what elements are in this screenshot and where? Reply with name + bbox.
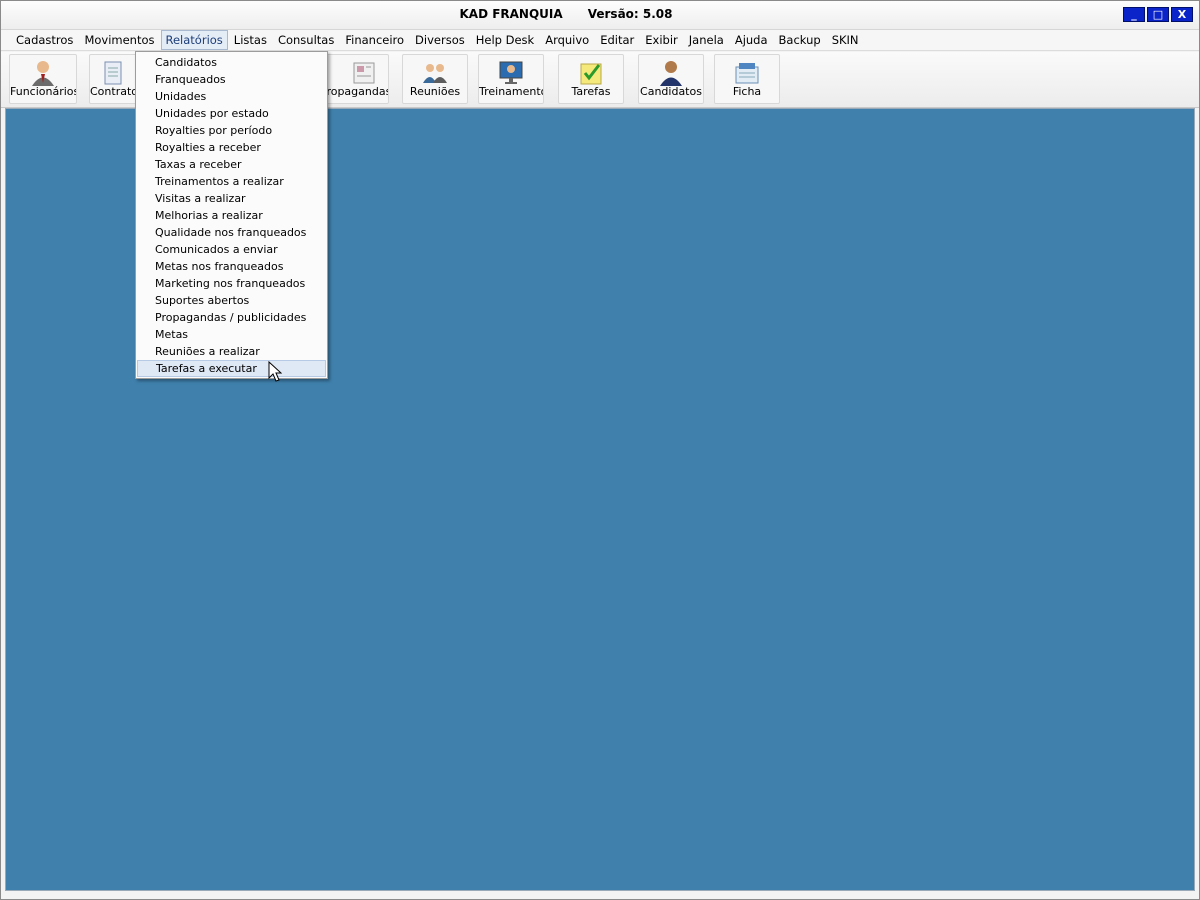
contratos-label: Contratos	[90, 85, 136, 98]
menu-backup[interactable]: Backup	[774, 30, 826, 50]
dropdown-item-franqueados[interactable]: Franqueados	[137, 71, 326, 88]
menu-listas[interactable]: Listas	[229, 30, 272, 50]
reunioes-button[interactable]: Reuniões	[402, 54, 468, 104]
ficha-label: Ficha	[732, 85, 762, 98]
dropdown-item-comunicados-a-enviar[interactable]: Comunicados a enviar	[137, 241, 326, 258]
dropdown-item-melhorias-a-realizar[interactable]: Melhorias a realizar	[137, 207, 326, 224]
menu-janela[interactable]: Janela	[684, 30, 729, 50]
dropdown-item-marketing-nos-franqueados[interactable]: Marketing nos franqueados	[137, 275, 326, 292]
dropdown-item-treinamentos-a-realizar[interactable]: Treinamentos a realizar	[137, 173, 326, 190]
tarefas-button[interactable]: Tarefas	[558, 54, 624, 104]
menu-ajuda[interactable]: Ajuda	[730, 30, 773, 50]
title-bar[interactable]: KAD FRANQUIA Versão: 5.08 _ □ X	[1, 1, 1199, 30]
dropdown-item-candidatos[interactable]: Candidatos	[137, 54, 326, 71]
meeting-icon	[423, 64, 447, 83]
close-button[interactable]: X	[1171, 7, 1193, 22]
newspaper-icon	[353, 62, 375, 84]
dropdown-item-royalties-a-receber[interactable]: Royalties a receber	[137, 139, 326, 156]
employee-icon	[32, 61, 54, 86]
dropdown-item-suportes-abertos[interactable]: Suportes abertos	[137, 292, 326, 309]
window-title: KAD FRANQUIA Versão: 5.08	[459, 7, 673, 21]
minimize-button[interactable]: _	[1123, 7, 1145, 22]
dropdown-item-tarefas-a-executar[interactable]: Tarefas a executar	[137, 360, 326, 377]
dropdown-item-visitas-a-realizar[interactable]: Visitas a realizar	[137, 190, 326, 207]
relatorios-dropdown-menu: Candidatos Franqueados Unidades Unidades…	[135, 51, 328, 379]
funcionarios-button[interactable]: Funcionários	[9, 54, 77, 104]
menu-financeiro[interactable]: Financeiro	[340, 30, 409, 50]
propagandas-button[interactable]: Propagandas	[319, 54, 389, 104]
dropdown-item-metas[interactable]: Metas	[137, 326, 326, 343]
dropdown-item-propagandas-publicidades[interactable]: Propagandas / publicidades	[137, 309, 326, 326]
reunioes-label: Reuniões	[409, 85, 461, 98]
treinamentos-label: Treinamentos	[479, 85, 543, 98]
menu-bar: Cadastros Movimentos Relatórios Listas C…	[1, 30, 1199, 51]
menu-consultas[interactable]: Consultas	[273, 30, 339, 50]
candidatos-label: Candidatos	[640, 85, 702, 98]
treinamentos-button[interactable]: Treinamentos	[478, 54, 544, 104]
dropdown-item-reunioes-a-realizar[interactable]: Reuniões a realizar	[137, 343, 326, 360]
menu-skin[interactable]: SKIN	[827, 30, 864, 50]
maximize-button[interactable]: □	[1147, 7, 1169, 22]
funcionarios-label: Funcionários	[10, 85, 76, 98]
dropdown-item-unidades[interactable]: Unidades	[137, 88, 326, 105]
candidate-icon	[660, 61, 682, 86]
menu-diversos[interactable]: Diversos	[410, 30, 470, 50]
ficha-button[interactable]: Ficha	[714, 54, 780, 104]
mouse-cursor-icon	[268, 361, 282, 382]
menu-cadastros[interactable]: Cadastros	[11, 30, 78, 50]
menu-relatorios[interactable]: Relatórios	[160, 30, 228, 50]
dropdown-item-taxas-a-receber[interactable]: Taxas a receber	[137, 156, 326, 173]
window-controls: _ □ X	[1123, 7, 1193, 22]
dropdown-item-unidades-por-estado[interactable]: Unidades por estado	[137, 105, 326, 122]
menu-arquivo[interactable]: Arquivo	[540, 30, 594, 50]
dropdown-item-royalties-por-periodo[interactable]: Royalties por período	[137, 122, 326, 139]
tarefas-label: Tarefas	[571, 85, 611, 98]
candidatos-button[interactable]: Candidatos	[638, 54, 704, 104]
document-icon	[104, 61, 122, 85]
tasks-icon	[580, 63, 602, 85]
training-icon	[499, 61, 523, 84]
menu-editar[interactable]: Editar	[595, 30, 639, 50]
menu-exibir[interactable]: Exibir	[640, 30, 683, 50]
form-icon	[735, 63, 759, 84]
dropdown-item-metas-nos-franqueados[interactable]: Metas nos franqueados	[137, 258, 326, 275]
menu-movimentos[interactable]: Movimentos	[79, 30, 159, 50]
propagandas-label: Propagandas	[320, 85, 388, 98]
menu-help-desk[interactable]: Help Desk	[471, 30, 539, 50]
dropdown-item-qualidade-nos-franqueados[interactable]: Qualidade nos franqueados	[137, 224, 326, 241]
contratos-button[interactable]: Contratos	[89, 54, 137, 104]
